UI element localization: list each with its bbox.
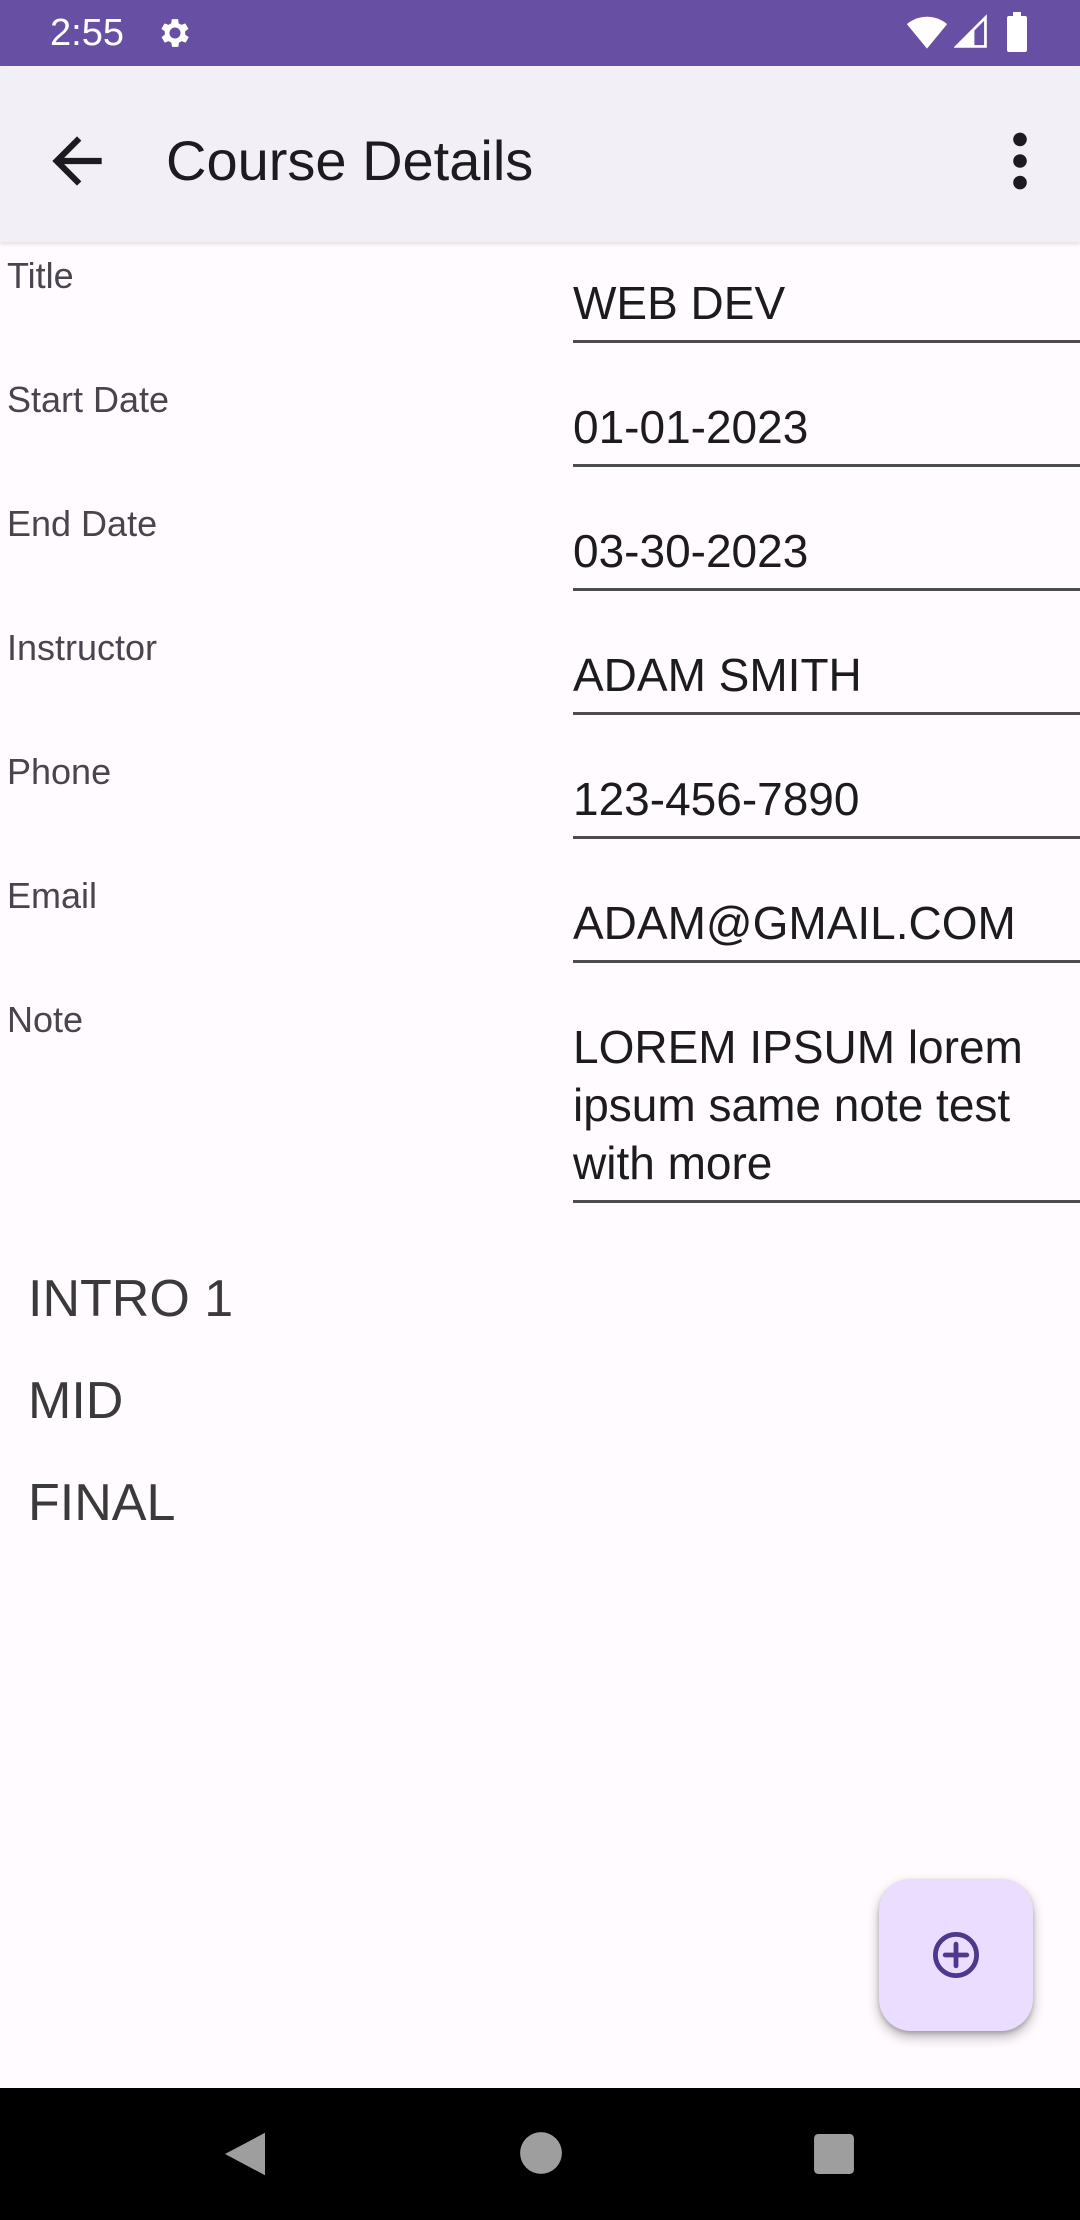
wifi-icon [906,16,948,49]
nav-home-icon[interactable] [519,2131,563,2175]
title-field[interactable]: WEB DEV [573,274,1080,343]
instructor-field[interactable]: ADAM SMITH [573,646,1080,715]
start-date-field[interactable]: 01-01-2023 [573,398,1080,467]
title-label: Title [7,255,74,296]
status-time: 2:55 [50,12,124,54]
email-label: Email [7,875,98,916]
page-title: Course Details [166,129,534,192]
phone-label: Phone [7,751,112,792]
nav-recents-icon[interactable] [813,2133,855,2175]
list-item[interactable]: INTRO 1 [28,1267,233,1331]
system-nav-bar [0,2088,1080,2220]
note-label: Note [7,999,84,1040]
end-date-label: End Date [7,503,158,544]
more-vert-icon[interactable] [990,124,1050,198]
phone-field[interactable]: 123-456-7890 [573,770,1080,839]
app-bar: Course Details [0,66,1080,242]
list-item[interactable]: FINAL [28,1471,175,1535]
start-date-label: Start Date [7,379,170,420]
add-circle-icon [933,1932,979,1978]
note-field[interactable]: LOREM IPSUM lorem ipsum same note test w… [573,1018,1080,1203]
signal-icon [954,14,987,48]
add-assessment-button[interactable] [879,1879,1033,2031]
nav-back-icon[interactable] [220,2128,270,2180]
list-item[interactable]: MID [28,1369,123,1433]
gear-icon [161,19,189,47]
end-date-field[interactable]: 03-30-2023 [573,522,1080,591]
battery-icon [1007,12,1027,52]
instructor-label: Instructor [7,627,158,668]
email-field[interactable]: ADAM@GMAIL.COM [573,894,1080,963]
back-arrow-icon[interactable] [40,124,114,198]
status-bar: 2:55 [0,0,1080,66]
